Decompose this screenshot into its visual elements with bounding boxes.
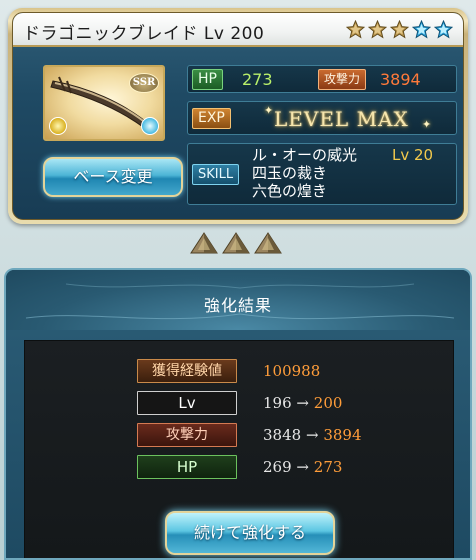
skill-item: ル・オーの威光 Lv 20 bbox=[252, 146, 452, 164]
gained-exp-value: 100988 bbox=[263, 362, 321, 380]
weapon-image[interactable]: SSR bbox=[43, 65, 165, 141]
atk-label: 攻撃力 bbox=[318, 69, 367, 90]
atk-value: 3894 bbox=[380, 70, 421, 89]
result-body: 獲得経験値 100988 Lv 196 → 200 攻撃力 3848 → 389… bbox=[24, 340, 454, 558]
star-blue-icon bbox=[434, 20, 453, 39]
hp-atk-row: HP 273 攻撃力 3894 bbox=[187, 65, 457, 93]
skill-row: SKILL ル・オーの威光 Lv 20 四玉の裁き 六色の煌き bbox=[187, 143, 457, 205]
weapon-title-bar: ドラゴニックブレイド Lv 200 bbox=[13, 13, 463, 47]
weapon-title: ドラゴニックブレイド Lv 200 bbox=[23, 24, 265, 44]
pyramid-arrow-icon bbox=[190, 232, 218, 254]
right-arrow-icon: → bbox=[296, 458, 309, 476]
skill-list: ル・オーの威光 Lv 20 四玉の裁き 六色の煌き bbox=[252, 146, 452, 200]
hp-value: 273 bbox=[242, 70, 273, 89]
right-arrow-icon: → bbox=[296, 394, 309, 412]
hp-label: HP bbox=[192, 69, 223, 90]
skill-name: 四玉の裁き bbox=[252, 164, 328, 182]
skill-level: Lv 20 bbox=[392, 146, 434, 164]
sparkle-icon: ✦ bbox=[264, 104, 274, 117]
result-panel-header: 強化結果 bbox=[6, 270, 470, 330]
exp-label: EXP bbox=[192, 108, 231, 129]
skill-name: 六色の煌き bbox=[252, 182, 328, 200]
water-element-icon bbox=[141, 117, 159, 135]
right-arrow-icon: → bbox=[305, 426, 319, 444]
atk-after: 3894 bbox=[323, 426, 362, 444]
base-change-button[interactable]: ベース変更 bbox=[43, 157, 183, 197]
sparkle-icon: ✦ bbox=[422, 118, 432, 131]
level-change: 196 → 200 bbox=[263, 391, 342, 415]
star-blue-icon bbox=[412, 20, 431, 39]
level-label: Lv bbox=[137, 391, 237, 415]
result-panel: 強化結果 獲得経験値 100988 Lv 196 → 200 攻撃力 3848 … bbox=[4, 268, 472, 560]
star-gold-icon bbox=[390, 20, 409, 39]
atk-result-label: 攻撃力 bbox=[137, 423, 237, 447]
skill-label: SKILL bbox=[192, 164, 240, 185]
result-title: 強化結果 bbox=[203, 296, 272, 315]
uncap-stars bbox=[346, 20, 453, 39]
hp-before: 269 bbox=[263, 458, 292, 476]
rarity-badge: SSR bbox=[129, 73, 159, 93]
hp-after: 273 bbox=[313, 458, 343, 476]
pyramid-arrow-icon bbox=[254, 232, 282, 254]
atk-before: 3848 bbox=[263, 426, 302, 444]
level-before: 196 bbox=[263, 394, 292, 412]
level-max-text: LEVEL MAX bbox=[274, 107, 409, 131]
skill-item: 六色の煌き bbox=[252, 182, 452, 200]
star-gold-icon bbox=[368, 20, 387, 39]
level-after: 200 bbox=[313, 394, 343, 412]
light-element-icon bbox=[49, 117, 67, 135]
pyramid-arrow-icon bbox=[222, 232, 250, 254]
continue-upgrade-button[interactable]: 続けて強化する bbox=[165, 511, 335, 555]
exp-row: EXP ✦ LEVEL MAX ✦ bbox=[187, 101, 457, 135]
hp-change: 269 → 273 bbox=[263, 455, 342, 479]
weapon-card-inner: ドラゴニックブレイド Lv 200 SSR ベース変更 HP 273 攻撃力 3… bbox=[12, 12, 464, 220]
skill-item: 四玉の裁き bbox=[252, 164, 452, 182]
hp-result-label: HP bbox=[137, 455, 237, 479]
star-gold-icon bbox=[346, 20, 365, 39]
weapon-card: ドラゴニックブレイド Lv 200 SSR ベース変更 HP 273 攻撃力 3… bbox=[8, 8, 468, 224]
atk-change: 3848 → 3894 bbox=[263, 423, 362, 447]
gained-exp-label: 獲得経験値 bbox=[137, 359, 237, 383]
skill-name: ル・オーの威光 bbox=[252, 146, 358, 164]
upgrade-arrows bbox=[190, 232, 282, 254]
